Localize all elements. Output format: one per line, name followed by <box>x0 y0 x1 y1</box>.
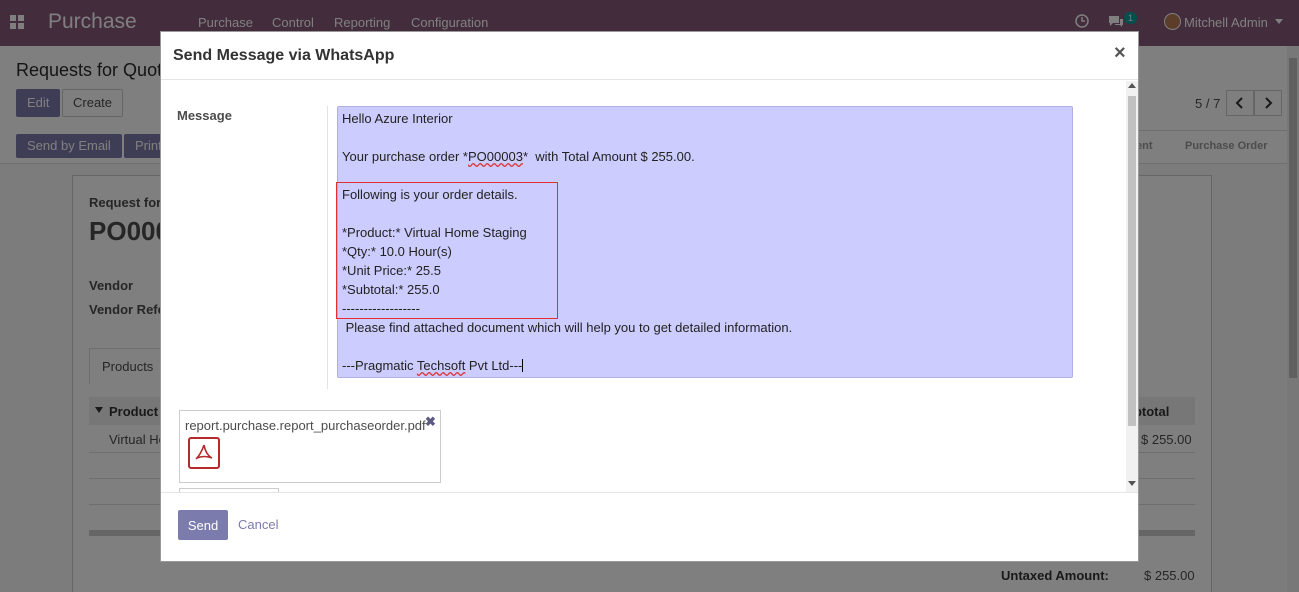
remove-icon[interactable]: ✖ <box>425 414 436 430</box>
line-order: Your purchase order *PO00003* with Total… <box>342 149 695 164</box>
pdf-file-icon[interactable] <box>188 437 220 469</box>
dialog-footer: Send Cancel <box>161 492 1138 562</box>
whatsapp-dialog: Send Message via WhatsApp × Message Hell… <box>160 31 1139 562</box>
text-caret <box>522 359 524 372</box>
line-signature: ---Pragmatic Techsoft Pvt Ltd--- <box>342 358 524 373</box>
label-separator <box>327 106 328 389</box>
line-greeting: Hello Azure Interior <box>342 111 453 126</box>
cancel-button[interactable]: Cancel <box>238 517 278 532</box>
attachment-card[interactable]: report.purchase.report_purchaseorder.pdf… <box>179 410 441 483</box>
dialog-title: Send Message via WhatsApp <box>173 47 395 64</box>
close-icon[interactable]: × <box>1114 42 1126 65</box>
dialog-scrollbar[interactable] <box>1126 81 1138 492</box>
message-editor[interactable]: Hello Azure Interior Your purchase order… <box>336 106 1073 378</box>
dialog-body: Message Hello Azure Interior Your purcha… <box>161 81 1138 492</box>
message-label: Message <box>177 108 232 123</box>
line-attached-note: Please find attached document which will… <box>342 320 793 335</box>
send-button[interactable]: Send <box>178 510 228 540</box>
highlight-box <box>336 182 558 319</box>
attachment-name[interactable]: report.purchase.report_purchaseorder.pdf <box>185 418 426 433</box>
dialog-header: Send Message via WhatsApp × <box>161 32 1138 80</box>
